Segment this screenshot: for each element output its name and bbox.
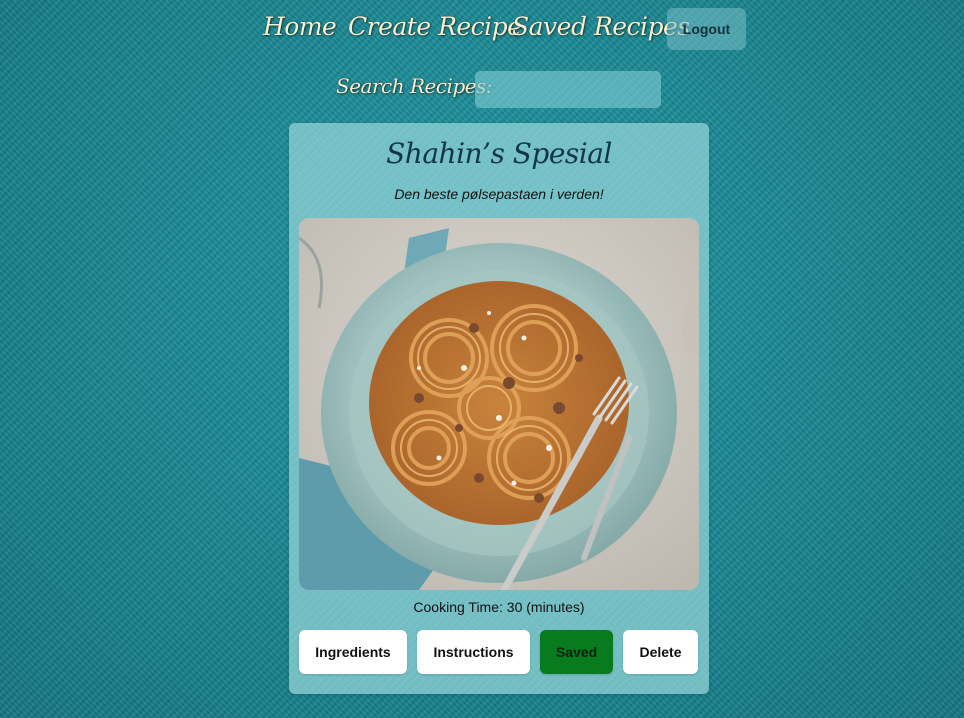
nav-saved-recipes-link[interactable]: Saved Recipes	[512, 12, 690, 41]
recipe-description: Den beste pølsepastaen i verden!	[394, 186, 604, 202]
pasta-plate-illustration	[299, 218, 699, 590]
logout-button[interactable]: Logout	[667, 8, 746, 50]
cooking-time: Cooking Time: 30 (minutes)	[413, 599, 585, 615]
instructions-button[interactable]: Instructions	[417, 630, 530, 674]
recipe-card: Shahin’s Spesial Den beste pølsepastaen …	[289, 123, 709, 694]
nav-home-link[interactable]: Home	[263, 12, 337, 41]
ingredients-button[interactable]: Ingredients	[299, 630, 407, 674]
nav-create-recipe-link[interactable]: Create Recipe	[348, 12, 522, 41]
recipe-title: Shahin’s Spesial	[386, 137, 612, 170]
top-navigation: Home Create Recipe Saved Recipes Logout	[0, 8, 964, 52]
recipe-image	[299, 218, 699, 590]
delete-button[interactable]: Delete	[623, 630, 698, 674]
search-bar: Search Recipes:	[0, 70, 964, 108]
saved-button[interactable]: Saved	[540, 630, 613, 674]
search-label: Search Recipes:	[336, 74, 493, 98]
search-input[interactable]	[475, 71, 661, 108]
